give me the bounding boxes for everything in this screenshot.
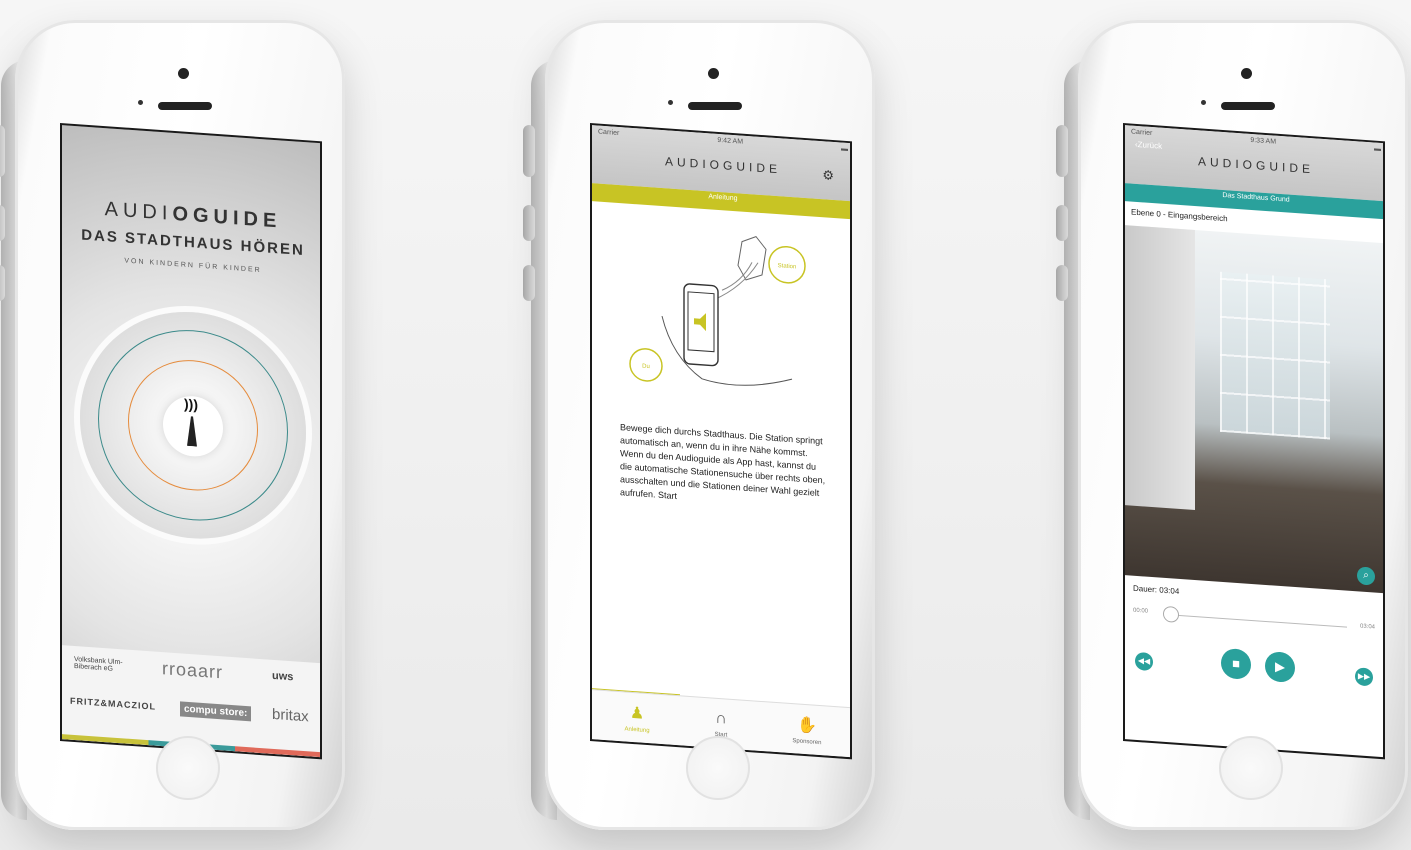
sponsor-logo-uws: uws (272, 669, 294, 684)
player-screen: Carrier 9:33 AM ▬ ‹Zurück AUDIOGUIDE Das S… (1123, 123, 1385, 760)
phone-player: Carrier 9:33 AM ▬ ‹Zurück AUDIOGUIDE Das S… (1056, 20, 1408, 830)
front-camera (708, 68, 719, 79)
volume-up-button (0, 205, 5, 241)
station-photo (1125, 225, 1385, 594)
sponsor-logo-compustore: compu store: (180, 701, 252, 722)
sensor (668, 100, 673, 105)
gear-icon[interactable]: ⚙ (822, 167, 834, 184)
volume-down-button (0, 265, 5, 301)
progress-knob[interactable] (1163, 605, 1179, 623)
sponsor-logo-fritz: FRITZ&MACZIOL (70, 695, 156, 712)
station-label: Station (778, 263, 797, 270)
footprint-icon: ♟ (629, 704, 645, 723)
stop-button[interactable]: ■ (1221, 647, 1251, 680)
sponsor-logo-volksbank: Volksbank Ulm-Biberach eG (74, 655, 123, 673)
front-camera (178, 68, 189, 79)
volume-up-button (1056, 205, 1068, 241)
tab-start[interactable]: ∩ Start (715, 709, 728, 738)
stage: AUDIOGUIDE DAS STADTHAUS HÖREN VON KINDE… (0, 0, 1411, 850)
tab-sponsoren[interactable]: ✋ Sponsoren (792, 714, 821, 746)
mute-switch (0, 125, 5, 177)
volume-down-button (523, 265, 535, 301)
photo-glass-facade (1220, 271, 1330, 440)
zoom-icon[interactable]: ⌕ (1357, 566, 1375, 586)
volume-down-button (1056, 265, 1068, 301)
home-button (686, 736, 750, 800)
play-button[interactable]: ▶ (1265, 650, 1295, 684)
handshake-icon: ✋ (796, 715, 817, 735)
mute-switch (523, 125, 535, 177)
sponsor-logo-rroaarr: rroaarr (162, 658, 224, 683)
photo-wall (1125, 225, 1195, 511)
front-camera (1241, 68, 1252, 79)
phone-instructions: Carrier 9:42 AM ▬ AUDIOGUIDE ⚙ Anleitung S… (523, 20, 875, 830)
splash-screen[interactable]: AUDIOGUIDE DAS STADTHAUS HÖREN VON KINDE… (60, 123, 322, 760)
sponsor-logo-britax: britax (272, 705, 309, 726)
rewind-button[interactable]: ◀◀ (1135, 651, 1153, 672)
home-button (156, 736, 220, 800)
fast-forward-button[interactable]: ▶▶ (1355, 667, 1373, 687)
mute-switch (1056, 125, 1068, 177)
total-time: 03:04 (1359, 623, 1375, 631)
progress-track[interactable] (1167, 614, 1347, 628)
volume-up-button (523, 205, 535, 241)
you-label: Du (642, 364, 650, 371)
instructions-screen: Carrier 9:42 AM ▬ AUDIOGUIDE ⚙ Anleitung S… (590, 123, 852, 760)
earpiece (688, 102, 742, 110)
instruction-illustration: Station Du (629, 236, 806, 386)
earpiece (158, 102, 212, 110)
duration: Dauer: 03:04 (1133, 583, 1180, 596)
elapsed-time: 00:00 (1133, 607, 1149, 615)
back-button[interactable]: ‹Zurück (1135, 140, 1162, 151)
location-label: Ebene 0 - Eingangsbereich (1131, 207, 1228, 224)
sensor (1201, 100, 1206, 105)
sensor (138, 100, 143, 105)
headphones-icon: ∩ (715, 709, 727, 728)
instructions-text: Bewege dich durchs Stadthaus. Die Statio… (620, 422, 826, 502)
tab-anleitung[interactable]: ♟ Anleitung (625, 702, 650, 733)
phone-splash: AUDIOGUIDE DAS STADTHAUS HÖREN VON KINDE… (0, 20, 345, 830)
home-button (1219, 736, 1283, 800)
signal-icon: ))) (184, 395, 198, 413)
earpiece (1221, 102, 1275, 110)
